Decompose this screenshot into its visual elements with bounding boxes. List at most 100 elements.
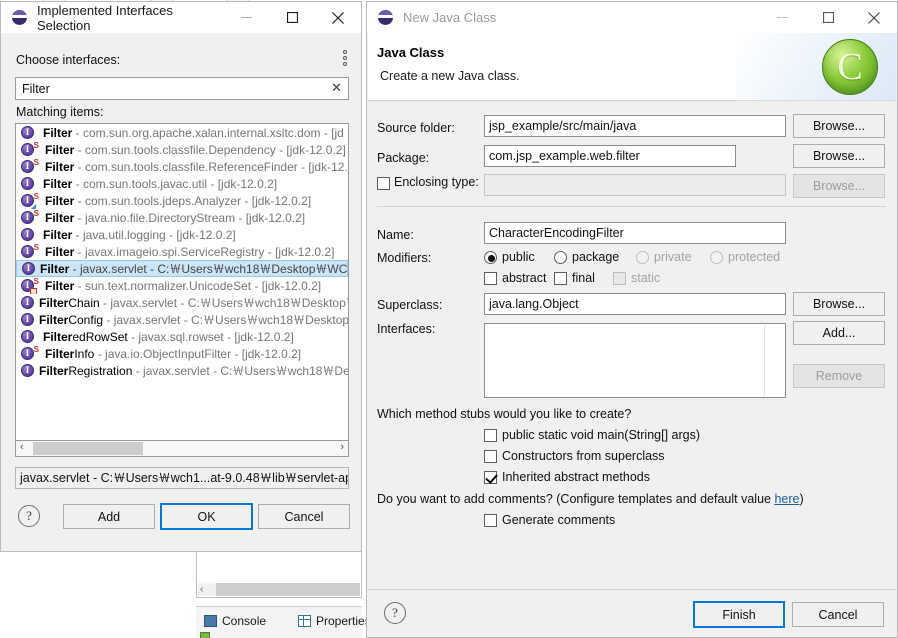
maximize-icon[interactable]	[269, 2, 315, 33]
list-item[interactable]: I Filter - javax.servlet - C:￦Users￦wch18…	[16, 260, 348, 277]
modifier-label-protected: protected	[728, 250, 781, 264]
modifier-radio-protected	[710, 251, 723, 264]
list-item[interactable]: I Filter - com.sun.org.apache.xalan.inter…	[16, 124, 348, 141]
add-button[interactable]: Add	[63, 504, 155, 529]
interface-icon: I	[20, 329, 35, 344]
filter-input-wrap[interactable]: ✕	[15, 77, 349, 100]
comments-question-suffix: )	[799, 492, 804, 506]
list-item[interactable]: I Filter - java.util.logging - [jdk-12.0.…	[16, 226, 348, 243]
method-stubs-question: Which method stubs would you like to cre…	[377, 407, 632, 421]
source-folder-input[interactable]: jsp_example/src/main/java	[484, 115, 786, 137]
ok-button[interactable]: OK	[160, 503, 253, 530]
interface-icon: IS	[20, 209, 39, 225]
minimize-icon[interactable]	[223, 2, 269, 33]
bg-tab-properties[interactable]: Properties	[298, 614, 371, 628]
interfaces-list[interactable]	[484, 323, 786, 398]
modifiers-label: Modifiers:	[377, 251, 432, 265]
filter-input[interactable]	[20, 78, 320, 99]
new-class-form: Source folder: jsp_example/src/main/java…	[368, 102, 896, 589]
static-badge-icon: S	[33, 192, 39, 201]
bg-scroll-left-arrow[interactable]: ‹	[200, 584, 203, 595]
list-item-location: - com.sun.tools.classfile.ReferenceFinde…	[74, 159, 348, 174]
help-icon[interactable]: ?	[18, 505, 40, 527]
list-item[interactable]: I S Filter - com.sun.tools.classfile.Refer…	[16, 158, 348, 175]
list-item[interactable]: I S Filter - java.nio.file.DirectoryStream…	[16, 209, 348, 226]
scroll-thumb[interactable]	[33, 442, 143, 455]
modifier-checkbox-abstract[interactable]	[484, 272, 497, 285]
interface-icon: I	[20, 295, 35, 310]
bg-scroll-thumb[interactable]	[216, 583, 360, 596]
list-item[interactable]: I FilteredRowSet - javax.sql.rowset - [jd…	[16, 328, 348, 345]
left-dialog-titlebar[interactable]: Implemented Interfaces Selection	[1, 2, 361, 33]
close-icon[interactable]	[851, 2, 897, 33]
list-item-type-name: FilterChain	[39, 295, 100, 310]
modifier-label-abstract: abstract	[502, 271, 547, 285]
stub-checkbox-main[interactable]	[484, 429, 497, 442]
close-icon[interactable]	[315, 2, 361, 33]
generate-comments-checkbox[interactable]	[484, 514, 497, 527]
modifier-label-package: package	[572, 250, 620, 264]
stub-checkbox-constructors[interactable]	[484, 450, 497, 463]
interface-icon: IS	[20, 345, 39, 361]
list-item-type-name: Filter	[45, 244, 75, 259]
enclosing-type-checkbox[interactable]	[377, 177, 390, 190]
interfaces-remove-button: Remove	[793, 364, 885, 388]
list-item[interactable]: I S Filter - com.sun.tools.jdeps.Analyzer …	[16, 192, 348, 209]
properties-icon	[298, 615, 311, 627]
eclipse-icon	[378, 9, 394, 26]
stub-checkbox-inherited[interactable]	[484, 471, 497, 484]
clear-icon[interactable]: ✕	[331, 80, 342, 96]
list-item-type-name: Filter	[45, 193, 75, 208]
list-item[interactable]: I S Filter - javax.imageio.spi.ServiceRegi…	[16, 243, 348, 260]
interfaces-label: Interfaces:	[377, 322, 436, 336]
cancel-button[interactable]: Cancel	[258, 504, 350, 529]
list-item[interactable]: I Filter - com.sun.tools.javac.util - [jd…	[16, 175, 348, 192]
interface-icon: IS	[20, 243, 39, 259]
superclass-input[interactable]: java.lang.Object	[484, 293, 786, 315]
configure-templates-link[interactable]: here	[774, 492, 799, 506]
name-input[interactable]: CharacterEncodingFilter	[484, 222, 786, 244]
wizard-header: Java Class Create a new Java class.	[368, 33, 896, 101]
enclosing-type-browse-button: Browse...	[793, 174, 885, 198]
list-item-type-name: Filter	[45, 159, 75, 174]
bg-horizontal-scrollbar[interactable]: ‹	[198, 583, 360, 596]
modifier-radio-public[interactable]	[484, 251, 497, 264]
implemented-interfaces-selection-dialog: Implemented Interfaces Selection Choose …	[0, 1, 362, 552]
bg-tab-console[interactable]: Console	[204, 614, 266, 628]
modifier-checkbox-final[interactable]	[554, 272, 567, 285]
scroll-left-arrow[interactable]: ‹	[20, 441, 24, 453]
list-horizontal-scrollbar[interactable]: ‹ ›	[15, 441, 349, 457]
minimize-icon[interactable]	[759, 2, 805, 33]
wizard-header-subtitle: Create a new Java class.	[380, 69, 520, 83]
modifier-label-final: final	[572, 271, 595, 285]
list-item[interactable]: I S Filter - sun.text.normalizer.UnicodeSe…	[16, 277, 348, 294]
list-item[interactable]: I S Filter - com.sun.tools.classfile.Depen…	[16, 141, 348, 158]
right-dialog-titlebar[interactable]: New Java Class	[367, 2, 897, 33]
list-item-type-name: FilterInfo	[45, 346, 95, 361]
interface-icon: IS	[20, 141, 39, 157]
maximize-icon[interactable]	[805, 2, 851, 33]
list-item[interactable]: I FilterConfig - javax.servlet - C:￦Users…	[16, 311, 348, 328]
modifier-radio-package[interactable]	[554, 251, 567, 264]
scroll-right-arrow[interactable]: ›	[340, 441, 344, 453]
interfaces-add-button[interactable]: Add...	[793, 321, 885, 345]
view-menu-icon[interactable]	[343, 50, 349, 70]
matching-items-list[interactable]: I Filter - com.sun.org.apache.xalan.inter…	[15, 123, 349, 441]
stub-label-main: public static void main(String[] args)	[502, 428, 700, 442]
interface-icon: IS	[20, 192, 39, 209]
superclass-browse-button[interactable]: Browse...	[793, 292, 885, 316]
interface-icon: I	[20, 312, 35, 327]
list-item-type-name: Filter	[43, 125, 73, 140]
right-dialog-footer: ? Finish Cancel	[368, 589, 896, 636]
package-browse-button[interactable]: Browse...	[793, 144, 885, 168]
list-item-location: - javax.servlet - C:￦Users￦wch18￦Desktop…	[69, 262, 348, 276]
list-item[interactable]: I FilterChain - javax.servlet - C:￦Users￦…	[16, 294, 348, 311]
list-item[interactable]: I FilterRegistration - javax.servlet - C:…	[16, 362, 348, 379]
cancel-button[interactable]: Cancel	[792, 602, 884, 627]
finish-button[interactable]: Finish	[693, 601, 785, 628]
help-icon[interactable]: ?	[384, 602, 406, 624]
package-input[interactable]: com.jsp_example.web.filter	[484, 145, 736, 167]
source-folder-browse-button[interactable]: Browse...	[793, 114, 885, 138]
list-item[interactable]: I S FilterInfo - java.io.ObjectInputFilter…	[16, 345, 348, 362]
interface-icon: I	[20, 176, 35, 191]
